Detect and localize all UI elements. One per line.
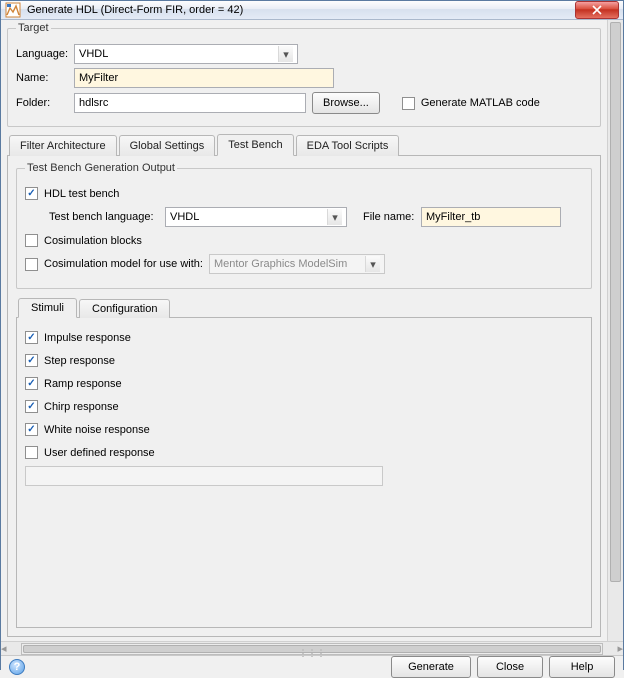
step-response-checkbox[interactable]: Step response (25, 354, 115, 367)
tb-language-label: Test bench language: (49, 211, 165, 223)
close-icon (592, 5, 602, 15)
tab-eda-tool-scripts[interactable]: EDA Tool Scripts (296, 135, 400, 156)
cosim-blocks-checkbox[interactable]: Cosimulation blocks (25, 234, 142, 247)
checkbox-box (25, 187, 38, 200)
test-bench-output-group: Test Bench Generation Output HDL test be… (16, 162, 592, 289)
chevron-down-icon: ▾ (365, 256, 380, 272)
body-area: Target Language: VHDL ▾ Name: MyFilter F… (1, 20, 623, 641)
test-bench-panel: Test Bench Generation Output HDL test be… (7, 156, 601, 637)
user-defined-response-checkbox[interactable]: User defined response (25, 446, 155, 459)
tab-global-settings[interactable]: Global Settings (119, 135, 216, 156)
horizontal-scrollbar[interactable]: ◂ ⋮⋮⋮ ▸ (1, 641, 623, 655)
impulse-response-checkbox[interactable]: Impulse response (25, 331, 131, 344)
generate-button[interactable]: Generate (391, 656, 471, 678)
tab-configuration[interactable]: Configuration (79, 299, 170, 318)
tb-language-value: VHDL (170, 211, 199, 223)
file-name-input[interactable]: MyFilter_tb (421, 207, 561, 227)
language-select[interactable]: VHDL ▾ (74, 44, 298, 64)
help-button[interactable]: Help (549, 656, 615, 678)
folder-value: hdlsrc (79, 97, 108, 109)
app-icon (5, 2, 21, 18)
scroll-left-icon[interactable]: ◂ (1, 642, 7, 655)
scrollbar-track[interactable]: ⋮⋮⋮ (21, 643, 604, 655)
name-label: Name: (16, 72, 74, 84)
hdl-test-bench-checkbox[interactable]: HDL test bench (25, 187, 119, 200)
vertical-scrollbar[interactable] (607, 20, 623, 641)
main-tab-bar: Filter Architecture Global Settings Test… (7, 133, 601, 156)
content: Target Language: VHDL ▾ Name: MyFilter F… (1, 20, 607, 641)
stimuli-panel: Impulse response Step response Ramp resp… (16, 318, 592, 628)
scrollbar-thumb[interactable] (610, 22, 621, 582)
window-title: Generate HDL (Direct-Form FIR, order = 4… (27, 4, 575, 16)
chevron-down-icon: ▾ (327, 209, 342, 225)
cosim-model-checkbox[interactable]: Cosimulation model for use with: (25, 258, 203, 271)
tab-test-bench[interactable]: Test Bench (217, 134, 293, 156)
scroll-right-icon[interactable]: ▸ (617, 642, 623, 655)
tab-stimuli[interactable]: Stimuli (18, 298, 77, 318)
browse-button[interactable]: Browse... (312, 92, 380, 114)
tb-language-select[interactable]: VHDL ▾ (165, 207, 347, 227)
white-noise-response-checkbox[interactable]: White noise response (25, 423, 150, 436)
checkbox-box (402, 97, 415, 110)
chirp-response-checkbox[interactable]: Chirp response (25, 400, 119, 413)
generate-matlab-checkbox[interactable]: Generate MATLAB code (402, 97, 540, 110)
cosim-model-select: Mentor Graphics ModelSim ▾ (209, 254, 385, 274)
tb-output-legend: Test Bench Generation Output (25, 162, 177, 174)
language-label: Language: (16, 48, 74, 60)
dialog-window: Generate HDL (Direct-Form FIR, order = 4… (0, 0, 624, 670)
cosim-model-label: Cosimulation model for use with: (44, 258, 203, 270)
cosim-model-value: Mentor Graphics ModelSim (214, 258, 347, 270)
language-value: VHDL (79, 48, 108, 60)
close-window-button[interactable] (575, 1, 619, 19)
target-group: Target Language: VHDL ▾ Name: MyFilter F… (7, 22, 601, 127)
tab-filter-architecture[interactable]: Filter Architecture (9, 135, 117, 156)
checkbox-box (25, 234, 38, 247)
checkbox-box (25, 258, 38, 271)
titlebar[interactable]: Generate HDL (Direct-Form FIR, order = 4… (1, 1, 623, 20)
chevron-down-icon: ▾ (278, 46, 293, 62)
ramp-response-checkbox[interactable]: Ramp response (25, 377, 122, 390)
scrollbar-thumb[interactable]: ⋮⋮⋮ (23, 645, 602, 653)
user-defined-input (25, 466, 383, 486)
help-icon[interactable]: ? (9, 659, 25, 675)
cosim-blocks-label: Cosimulation blocks (44, 235, 142, 247)
hdl-test-bench-label: HDL test bench (44, 188, 119, 200)
name-input[interactable]: MyFilter (74, 68, 334, 88)
folder-input[interactable]: hdlsrc (74, 93, 306, 113)
browse-label: Browse... (323, 97, 369, 109)
generate-matlab-label: Generate MATLAB code (421, 97, 540, 109)
target-legend: Target (16, 22, 51, 34)
file-name-label: File name: (363, 211, 421, 223)
name-value: MyFilter (79, 72, 118, 84)
file-name-value: MyFilter_tb (426, 211, 480, 223)
close-button[interactable]: Close (477, 656, 543, 678)
sub-tab-bar: Stimuli Configuration (16, 297, 592, 318)
folder-label: Folder: (16, 97, 74, 109)
